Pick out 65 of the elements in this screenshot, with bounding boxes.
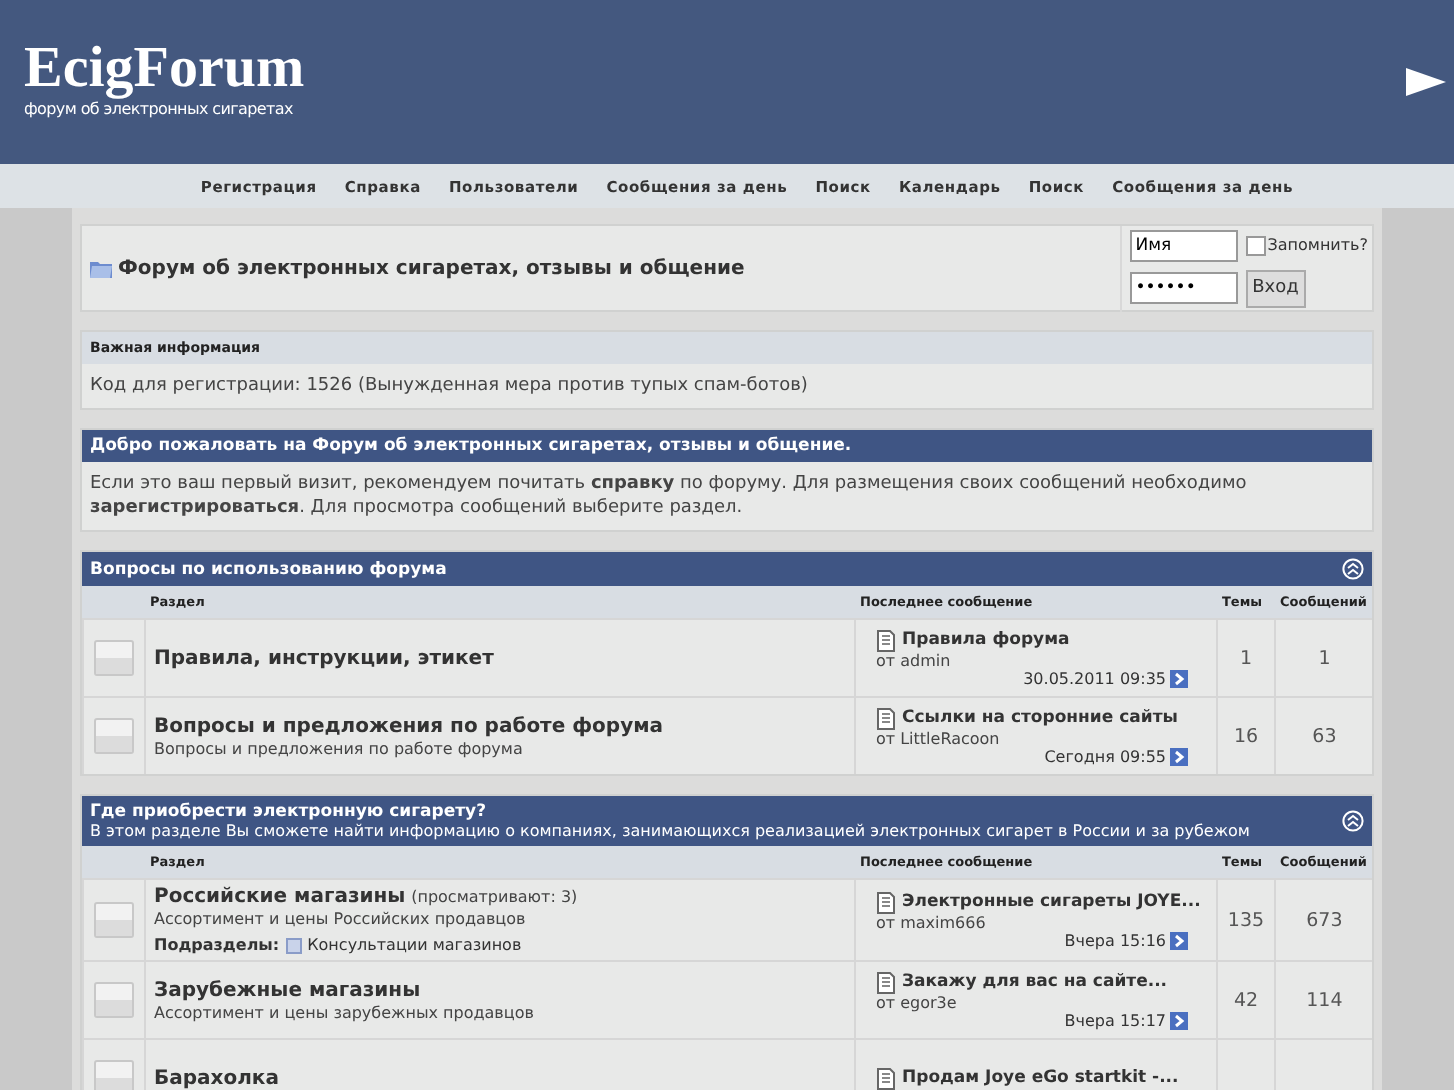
go-to-post-icon[interactable] (1170, 1011, 1188, 1029)
forum-status-icon (94, 718, 134, 754)
last-post-time: Вчера 15:16 (1064, 931, 1166, 949)
posts-count: 1 (1318, 647, 1331, 669)
forum-status-icon (94, 982, 134, 1018)
remember-checkbox[interactable]: Запомнить? (1245, 235, 1368, 255)
subforums-label: Подразделы: (154, 936, 280, 954)
subforum-icon (285, 937, 302, 953)
collapse-icon[interactable] (1342, 810, 1364, 832)
go-to-post-icon[interactable] (1170, 747, 1188, 765)
topics-count: 1 (1239, 647, 1253, 669)
forum-status-icon (94, 902, 134, 938)
last-post-author[interactable]: от egor3e (876, 993, 957, 1011)
forum-name[interactable]: Барахолка (154, 1067, 279, 1089)
posts-count: 63 (1312, 725, 1337, 747)
document-icon (876, 891, 896, 913)
category-title[interactable]: Вопросы по использованию форума (90, 559, 447, 579)
topics-count: 16 (1233, 725, 1259, 747)
forum-name[interactable]: Правила, инструкции, этикет (154, 647, 494, 669)
welcome-heading: Добро пожаловать на Форум об электронных сигаретах, отзывы и общение. (90, 436, 852, 456)
last-post-title[interactable]: Правила форума (902, 630, 1070, 650)
last-post-author[interactable]: от maxim666 (876, 913, 986, 931)
notice-text: Код для регистрации: 1526 (Вынужденная мера против тупых спам-ботов) (88, 374, 810, 400)
password-field[interactable]: •••••• (1129, 272, 1238, 304)
topics-count: 135 (1227, 909, 1265, 931)
forum-title: Форум об электронных сигаретах, отзывы и общение (118, 257, 745, 279)
posts-count: 114 (1306, 989, 1343, 1011)
forum-name[interactable]: Вопросы и предложения по работе форума (154, 715, 664, 737)
last-post-author[interactable]: от admin (876, 651, 951, 669)
viewing-count: (просматривают: 3) (411, 888, 578, 906)
last-post-title[interactable]: Продам Joye eGo startkit -... (902, 1068, 1179, 1088)
last-post-title[interactable]: Электронные сигареты JOYE... (902, 892, 1201, 912)
document-icon (876, 971, 896, 993)
column-header (82, 586, 144, 618)
last-post-author[interactable]: от LittleRacoon (876, 729, 1000, 747)
welcome-text: Если это ваш первый визит, рекомендуем почитать справку по форуму. Для размещения своих сообщений необходимо зарегистрироваться. Для просмотра сообщений выберите раздел. (88, 472, 1249, 522)
last-post-title[interactable]: Закажу для вас на сайте... (902, 972, 1168, 992)
forum-status-icon (94, 640, 134, 676)
forum-description: Ассортимент и цены зарубежных продавцов (154, 1003, 536, 1021)
document-icon (876, 1067, 896, 1089)
last-post-time: 30.05.2011 09:35 (1023, 669, 1166, 687)
category-description: В этом разделе Вы сможете найти информацию о компаниях, занимающихся реализацией электронных сигарет в России и за рубежом (90, 822, 1250, 840)
document-icon (876, 629, 896, 651)
folder-icon (90, 258, 112, 278)
username-field[interactable]: Имя (1129, 229, 1238, 261)
topics-count: 42 (1233, 989, 1259, 1011)
column-header (82, 846, 144, 878)
forum-name[interactable]: Российские магазины (154, 886, 406, 908)
forum-name[interactable]: Зарубежные магазины (154, 979, 421, 1001)
collapse-icon[interactable] (1342, 558, 1364, 580)
play-arrow-icon[interactable] (1406, 68, 1446, 96)
forum-description: Вопросы и предложения по работе форума (154, 739, 525, 757)
forum-description: Ассортимент и цены Российских продавцов (154, 910, 528, 928)
go-to-post-icon[interactable] (1170, 931, 1188, 949)
logo-subtitle: форум об электронных сигаретах (24, 99, 295, 117)
posts-count: 673 (1306, 909, 1343, 931)
login-button[interactable]: Вход (1245, 269, 1306, 307)
category-title[interactable]: Где приобрести электронную сигарету? (90, 802, 1250, 822)
go-to-post-icon[interactable] (1170, 669, 1188, 687)
subforum-link[interactable]: Консультации магазинов (307, 936, 522, 954)
last-post-title[interactable]: Ссылки на сторонние сайты (902, 708, 1178, 728)
last-post-time: Сегодня 09:55 (1044, 747, 1166, 765)
logo-title[interactable]: EcigForum (24, 35, 305, 99)
document-icon (876, 707, 896, 729)
last-post-time: Вчера 15:17 (1064, 1011, 1166, 1029)
